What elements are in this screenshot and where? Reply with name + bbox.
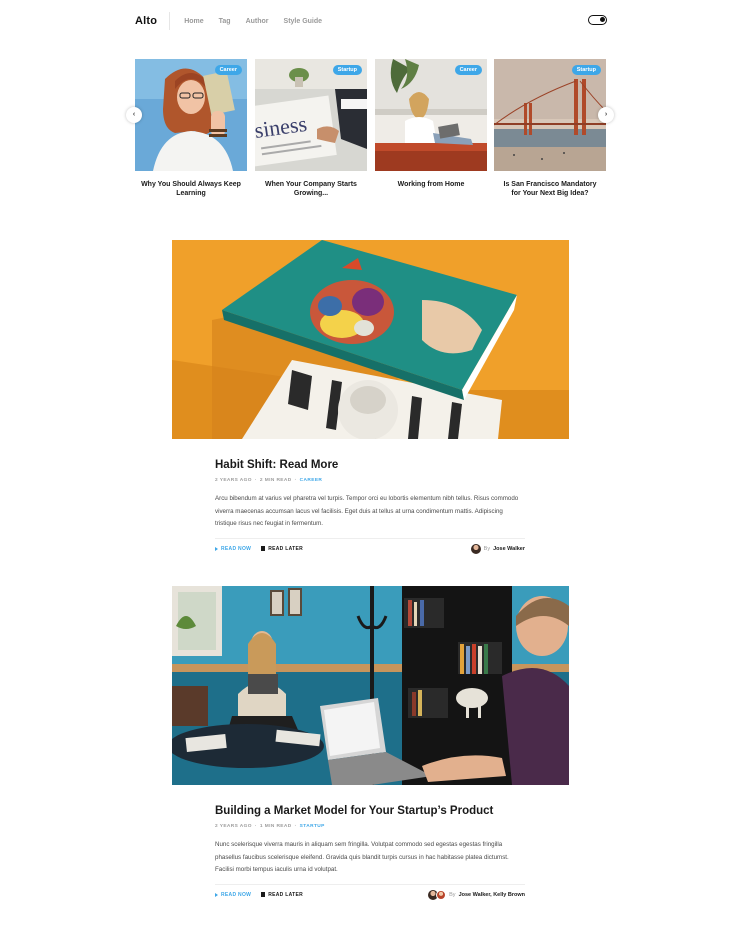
card-title[interactable]: Is San Francisco Mandatory for Your Next… <box>494 180 606 198</box>
by-label: By <box>483 545 491 552</box>
post-authors: By Jose Walker <box>470 543 525 554</box>
card-image[interactable]: Startup <box>494 59 606 171</box>
carousel-card[interactable]: Career Working from Home <box>375 59 487 189</box>
carousel-next-button[interactable]: › <box>598 107 614 123</box>
nav-author[interactable]: Author <box>246 18 269 25</box>
category-badge[interactable]: Career <box>454 65 482 75</box>
read-later-label: READ LATER <box>268 891 304 898</box>
read-later-button[interactable]: READ LATER <box>261 546 303 552</box>
card-title[interactable]: Why You Should Always Keep Learning <box>135 180 247 198</box>
meta-separator: · <box>294 478 297 483</box>
play-icon <box>215 546 218 551</box>
theme-toggle[interactable] <box>588 15 607 25</box>
post-title[interactable]: Habit Shift: Read More <box>215 458 525 472</box>
card-image-business-newspaper: siness <box>255 59 367 171</box>
post-title[interactable]: Building a Market Model for Your Startup… <box>215 804 525 818</box>
meta-separator: · <box>254 824 257 829</box>
card-image-woman-reading <box>135 59 247 171</box>
post-card: Habit Shift: Read More 2 YEARS AGO · 2 M… <box>215 458 525 554</box>
read-later-button[interactable]: READ LATER <box>261 892 303 898</box>
post-meta: 2 YEARS AGO · 1 MIN READ · STARTUP <box>215 824 525 829</box>
post-reading-time: 2 MIN READ <box>259 478 292 483</box>
post-hero-image[interactable] <box>172 240 569 439</box>
play-icon <box>215 892 218 897</box>
post-excerpt: Arcu bibendum at varius vel pharetra vel… <box>215 495 519 527</box>
post-date: 2 YEARS AGO <box>215 824 252 829</box>
read-now-label: READ NOW <box>221 891 252 898</box>
post-hero-image[interactable] <box>172 586 569 785</box>
meta-separator: · <box>294 824 297 829</box>
post-card: Building a Market Model for Your Startup… <box>215 804 525 900</box>
nav-style-guide[interactable]: Style Guide <box>284 18 323 25</box>
main-nav: Home Tag Author Style Guide <box>184 18 322 25</box>
card-image[interactable]: Career <box>135 59 247 171</box>
post-footer: READ NOW READ LATER By Jose Walker, Kell… <box>215 884 525 904</box>
category-badge[interactable]: Startup <box>332 65 362 75</box>
card-image[interactable]: siness Startup <box>255 59 367 171</box>
by-label: By <box>449 891 456 898</box>
card-image[interactable]: Career <box>375 59 487 171</box>
carousel-card[interactable]: Career Why You Should Always Keep Learni… <box>135 59 247 198</box>
read-later-label: READ LATER <box>268 545 304 552</box>
card-image-golden-gate-bridge <box>494 59 606 171</box>
read-now-link[interactable]: READ NOW <box>215 546 251 552</box>
header-divider <box>169 12 171 30</box>
featured-carousel: Career Why You Should Always Keep Learni… <box>126 59 614 199</box>
carousel-card[interactable]: Startup Is San Francisco Mandatory for Y… <box>494 59 606 198</box>
site-logo[interactable]: Alto <box>135 15 157 27</box>
post-reading-time: 1 MIN READ <box>259 824 292 829</box>
post-meta: 2 YEARS AGO · 2 MIN READ · CAREER <box>215 478 525 483</box>
post-category-link[interactable]: CAREER <box>300 478 323 483</box>
read-now-label: READ NOW <box>221 545 252 552</box>
author-avatar[interactable] <box>470 543 481 554</box>
card-image-woman-laptop <box>375 59 487 171</box>
nav-tag[interactable]: Tag <box>219 18 231 25</box>
meta-separator: · <box>254 478 257 483</box>
bookmark-icon <box>261 892 266 897</box>
author-avatar[interactable] <box>436 889 447 900</box>
carousel-card[interactable]: siness Startup When Your Company Starts … <box>255 59 367 198</box>
post-excerpt: Nunc scelerisque viverra mauris in aliqu… <box>215 841 509 873</box>
chevron-left-icon: ‹ <box>132 111 136 118</box>
category-badge[interactable]: Startup <box>571 65 601 75</box>
card-title[interactable]: When Your Company Starts Growing... <box>255 180 367 198</box>
post-date: 2 YEARS AGO <box>215 478 252 483</box>
post-category-link[interactable]: STARTUP <box>300 824 325 829</box>
author-link[interactable]: Jose Walker, Kelly Brown <box>459 892 525 898</box>
bookmark-icon <box>261 546 266 551</box>
site-header: Alto Home Tag Author Style Guide <box>135 11 607 31</box>
card-title[interactable]: Working from Home <box>375 180 487 189</box>
chevron-right-icon: › <box>604 111 608 118</box>
hero-image-book <box>172 240 569 439</box>
carousel-prev-button[interactable]: ‹ <box>126 107 142 123</box>
hero-image-office <box>172 586 569 785</box>
post-footer: READ NOW READ LATER By Jose Walker <box>215 538 525 558</box>
post-authors: By Jose Walker, Kelly Brown <box>428 889 525 900</box>
nav-home[interactable]: Home <box>184 18 203 25</box>
read-now-link[interactable]: READ NOW <box>215 892 251 898</box>
category-badge[interactable]: Career <box>214 65 242 75</box>
author-link[interactable]: Jose Walker <box>493 546 525 552</box>
